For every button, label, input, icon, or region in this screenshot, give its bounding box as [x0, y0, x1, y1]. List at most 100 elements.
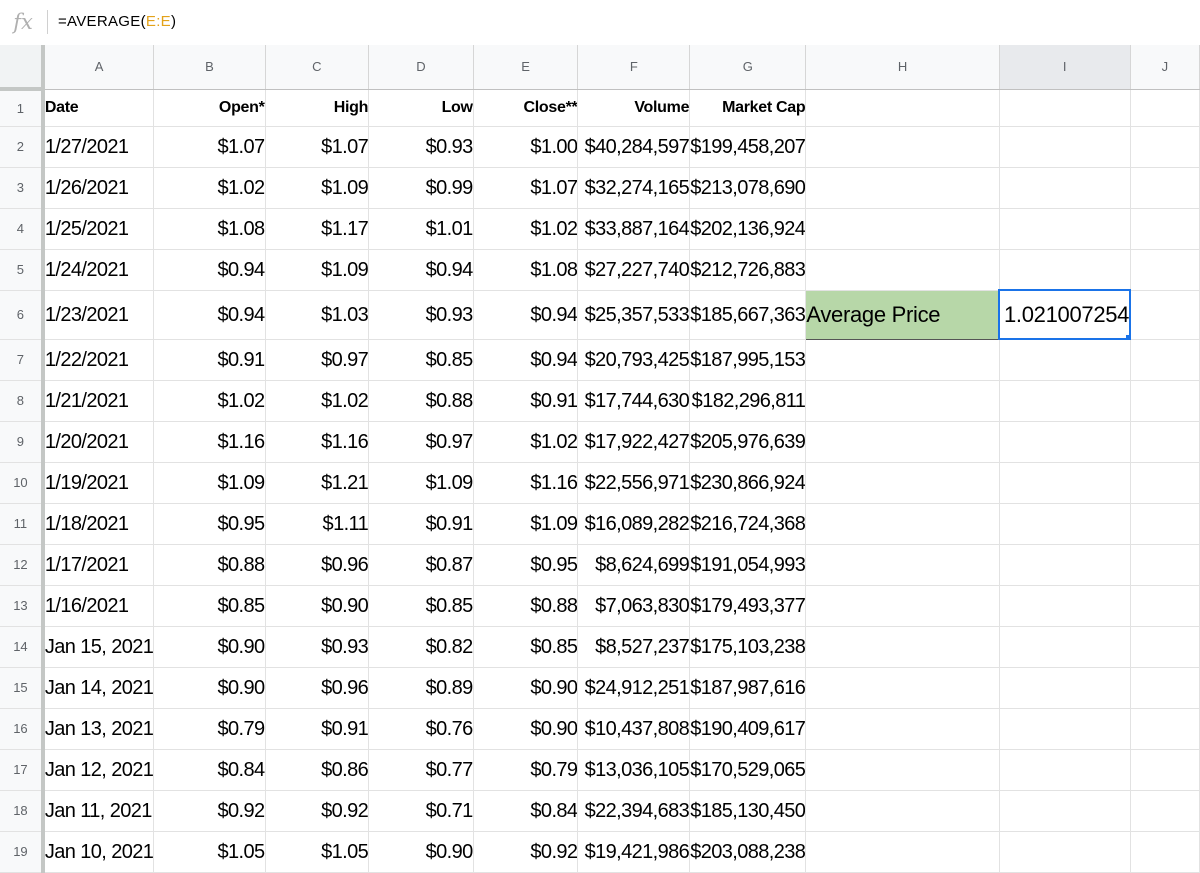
- empty-cell[interactable]: [1130, 585, 1200, 627]
- empty-cell[interactable]: [805, 708, 1000, 750]
- data-cell[interactable]: 1/25/2021: [42, 208, 155, 250]
- data-cell[interactable]: $0.90: [153, 667, 266, 709]
- empty-cell[interactable]: [805, 339, 1000, 381]
- data-cell[interactable]: $1.02: [473, 208, 579, 250]
- data-cell[interactable]: $33,887,164: [577, 208, 691, 250]
- empty-cell[interactable]: [1130, 544, 1200, 586]
- empty-cell[interactable]: [805, 790, 1000, 832]
- data-cell[interactable]: $20,793,425: [577, 339, 691, 381]
- data-cell[interactable]: $0.79: [473, 749, 579, 791]
- data-cell[interactable]: $1.09: [473, 503, 579, 545]
- data-cell[interactable]: $212,726,883: [689, 249, 807, 291]
- data-cell[interactable]: 1/22/2021: [42, 339, 155, 381]
- empty-cell[interactable]: [999, 167, 1131, 209]
- row-number[interactable]: 8: [0, 380, 45, 422]
- data-cell[interactable]: $0.95: [473, 544, 579, 586]
- column-title-cell[interactable]: Date: [42, 89, 155, 127]
- data-cell[interactable]: $0.96: [265, 544, 370, 586]
- data-cell[interactable]: $0.93: [368, 290, 474, 340]
- empty-cell[interactable]: [805, 167, 1000, 209]
- data-cell[interactable]: $0.97: [368, 421, 474, 463]
- empty-cell[interactable]: [805, 462, 1000, 504]
- data-cell[interactable]: $22,394,683: [577, 790, 691, 832]
- fill-handle[interactable]: [1125, 334, 1129, 337]
- data-cell[interactable]: $27,227,740: [577, 249, 691, 291]
- row-number[interactable]: 5: [0, 249, 45, 291]
- empty-cell[interactable]: [805, 749, 1000, 791]
- column-header-a[interactable]: A: [42, 45, 155, 90]
- data-cell[interactable]: $0.85: [368, 339, 474, 381]
- empty-cell[interactable]: [805, 249, 1000, 291]
- empty-cell[interactable]: [805, 585, 1000, 627]
- data-cell[interactable]: $0.91: [153, 339, 266, 381]
- data-cell[interactable]: $0.77: [368, 749, 474, 791]
- row-number[interactable]: 9: [0, 421, 45, 463]
- empty-cell[interactable]: [999, 249, 1131, 291]
- empty-cell[interactable]: [999, 544, 1131, 586]
- empty-cell[interactable]: [1130, 290, 1200, 340]
- data-cell[interactable]: $1.02: [153, 167, 266, 209]
- data-cell[interactable]: $0.85: [473, 626, 579, 668]
- data-cell[interactable]: $1.08: [153, 208, 266, 250]
- empty-cell[interactable]: [1130, 249, 1200, 291]
- empty-cell[interactable]: [805, 380, 1000, 422]
- data-cell[interactable]: $0.94: [473, 290, 579, 340]
- data-cell[interactable]: $0.89: [368, 667, 474, 709]
- data-cell[interactable]: $0.85: [153, 585, 266, 627]
- row-number[interactable]: 2: [0, 126, 45, 168]
- row-number[interactable]: 3: [0, 167, 45, 209]
- data-cell[interactable]: $0.94: [473, 339, 579, 381]
- empty-cell[interactable]: [1130, 462, 1200, 504]
- row-number[interactable]: 18: [0, 790, 45, 832]
- data-cell[interactable]: $1.11: [265, 503, 370, 545]
- empty-cell[interactable]: [999, 503, 1131, 545]
- data-cell[interactable]: $10,437,808: [577, 708, 691, 750]
- row-number[interactable]: 6: [0, 290, 45, 340]
- data-cell[interactable]: $24,912,251: [577, 667, 691, 709]
- empty-cell[interactable]: [1130, 126, 1200, 168]
- empty-cell[interactable]: [805, 126, 1000, 168]
- empty-cell[interactable]: [999, 126, 1131, 168]
- column-header-h[interactable]: H: [805, 45, 1000, 90]
- row-number[interactable]: 16: [0, 708, 45, 750]
- data-cell[interactable]: $1.02: [265, 380, 370, 422]
- formula-input[interactable]: =AVERAGE(E:E): [58, 10, 176, 34]
- column-title-cell[interactable]: Volume: [577, 89, 691, 127]
- data-cell[interactable]: $0.91: [265, 708, 370, 750]
- data-cell[interactable]: $1.16: [265, 421, 370, 463]
- data-cell[interactable]: $1.16: [473, 462, 579, 504]
- empty-cell[interactable]: [999, 421, 1131, 463]
- empty-cell[interactable]: [999, 667, 1131, 709]
- empty-cell[interactable]: [1130, 503, 1200, 545]
- row-number[interactable]: 1: [0, 89, 45, 127]
- empty-cell[interactable]: [1130, 167, 1200, 209]
- empty-cell[interactable]: [1130, 421, 1200, 463]
- data-cell[interactable]: $1.07: [153, 126, 266, 168]
- data-cell[interactable]: $1.17: [265, 208, 370, 250]
- data-cell[interactable]: $185,130,450: [689, 790, 807, 832]
- column-title-cell[interactable]: Close**: [473, 89, 579, 127]
- data-cell[interactable]: $40,284,597: [577, 126, 691, 168]
- empty-cell[interactable]: [805, 626, 1000, 668]
- data-cell[interactable]: 1/26/2021: [42, 167, 155, 209]
- data-cell[interactable]: Jan 15, 2021: [42, 626, 155, 668]
- data-cell[interactable]: $0.91: [368, 503, 474, 545]
- column-header-c[interactable]: C: [265, 45, 370, 90]
- empty-cell[interactable]: [1130, 708, 1200, 750]
- empty-cell[interactable]: [1130, 749, 1200, 791]
- data-cell[interactable]: $205,976,639: [689, 421, 807, 463]
- data-cell[interactable]: $0.90: [473, 667, 579, 709]
- data-cell[interactable]: $25,357,533: [577, 290, 691, 340]
- empty-cell[interactable]: [805, 667, 1000, 709]
- data-cell[interactable]: $0.71: [368, 790, 474, 832]
- column-title-cell[interactable]: Market Cap: [689, 89, 807, 127]
- empty-cell[interactable]: [1130, 790, 1200, 832]
- data-cell[interactable]: $0.93: [265, 626, 370, 668]
- empty-cell[interactable]: [999, 89, 1131, 127]
- select-all-corner[interactable]: [0, 45, 45, 91]
- data-cell[interactable]: $216,724,368: [689, 503, 807, 545]
- data-cell[interactable]: $0.85: [368, 585, 474, 627]
- data-cell[interactable]: 1/20/2021: [42, 421, 155, 463]
- row-number[interactable]: 14: [0, 626, 45, 668]
- data-cell[interactable]: $1.09: [368, 462, 474, 504]
